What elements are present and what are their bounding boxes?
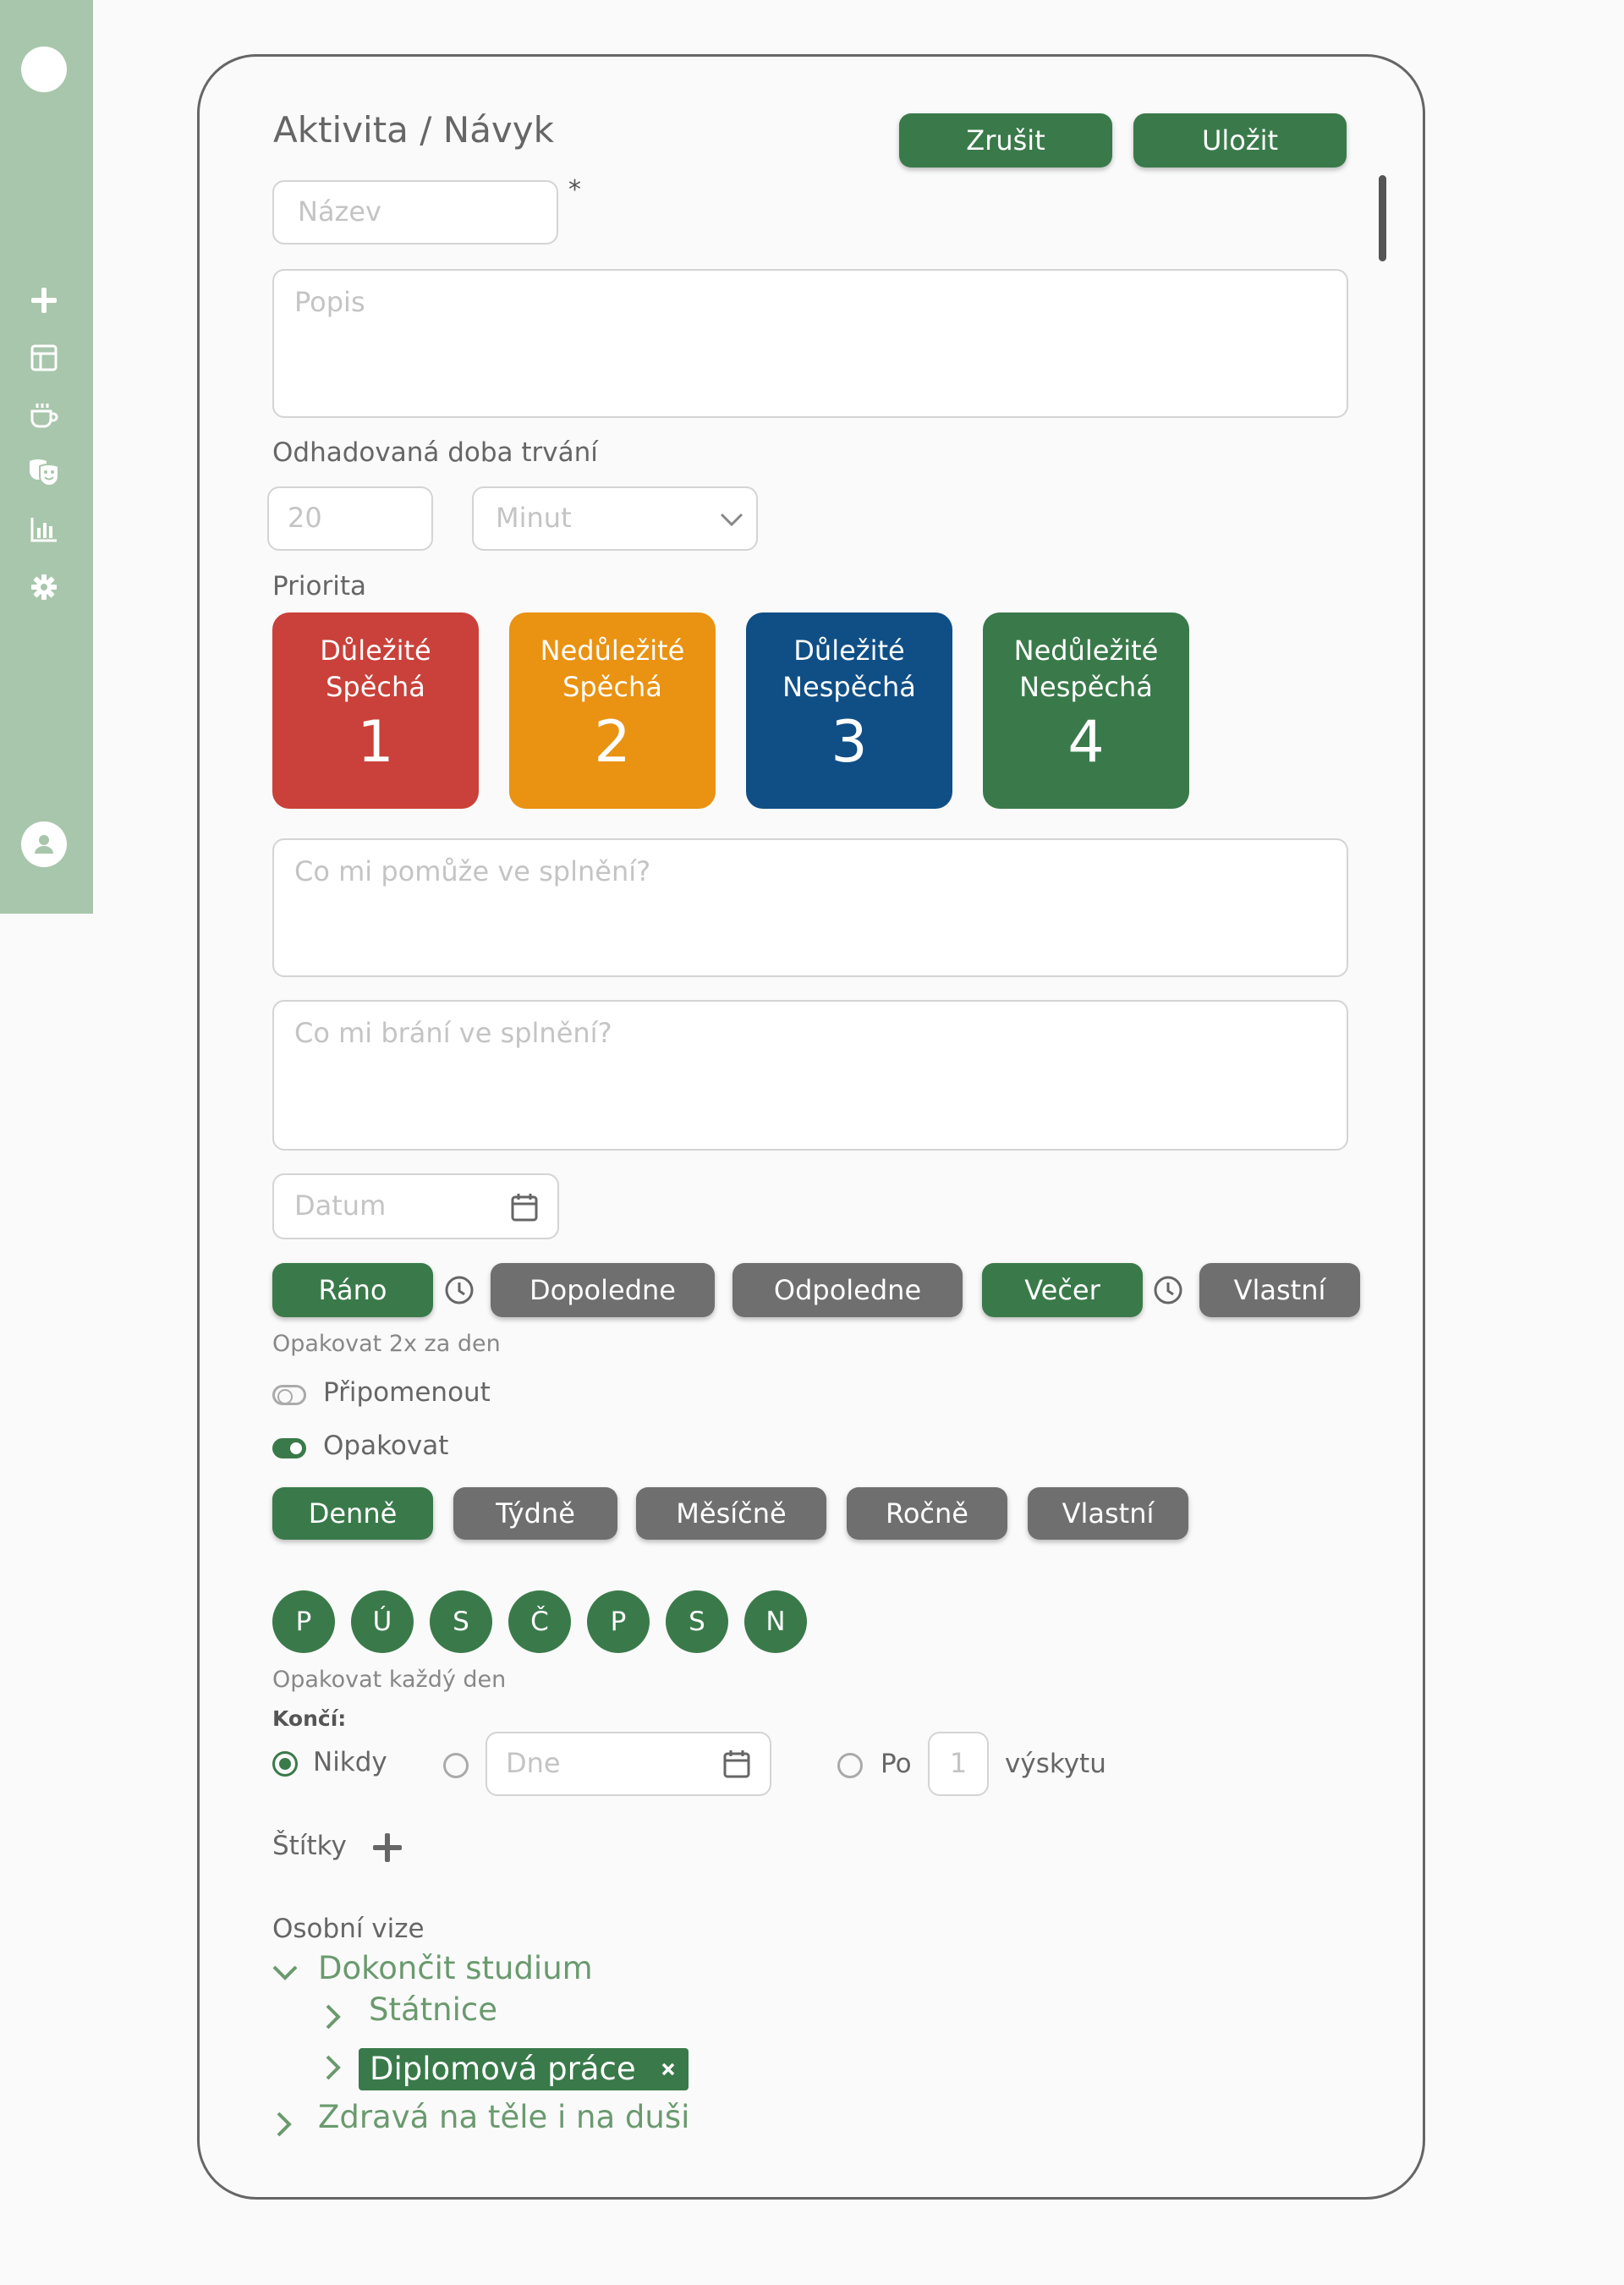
block-field[interactable]: Co mi brání ve splnění? (272, 1000, 1348, 1151)
chevron-right-icon[interactable] (323, 2053, 343, 2082)
ends-on-date-radio[interactable] (443, 1753, 469, 1778)
ends-label: Končí: (272, 1706, 347, 1731)
priority-2-button[interactable]: Nedůležité Spěchá 2 (509, 612, 716, 809)
freq-monthly-button[interactable]: Měsíčně (636, 1487, 826, 1540)
chevron-right-icon[interactable] (323, 2002, 343, 2031)
chevron-down-icon[interactable] (271, 1963, 299, 1983)
activity-form-card: Aktivita / Návyk Zrušit Uložit Název * P… (197, 54, 1425, 2200)
time-evening-button[interactable]: Večer (982, 1263, 1143, 1317)
bar-chart-icon[interactable] (27, 513, 61, 547)
duration-label: Odhadovaná doba trvání (272, 437, 598, 468)
vision-label: Osobní vize (272, 1914, 425, 1944)
required-mark: * (568, 175, 581, 205)
repeat-label: Opakovat (323, 1431, 449, 1461)
time-afternoon-button[interactable]: Odpoledne (732, 1263, 963, 1317)
priority-4-line1: Nedůležité (1013, 634, 1159, 667)
user-avatar[interactable] (21, 821, 67, 867)
gear-icon[interactable] (27, 570, 61, 604)
sidebar (0, 0, 93, 914)
layout-icon[interactable] (27, 341, 61, 375)
remind-label: Připomenout (323, 1377, 491, 1408)
ends-after-radio[interactable] (837, 1753, 863, 1778)
priority-2-line2: Spěchá (562, 671, 662, 703)
weekday-wednesday[interactable]: S (430, 1590, 492, 1653)
date-field[interactable]: Datum (272, 1173, 559, 1239)
close-icon[interactable] (661, 2062, 676, 2077)
weekday-monday[interactable]: P (272, 1590, 335, 1653)
ends-after-label: Po (881, 1749, 912, 1779)
theater-masks-icon[interactable] (27, 455, 61, 489)
vision-selected-tag[interactable]: Diplomová práce (359, 2048, 689, 2090)
priority-1-line1: Důležité (320, 634, 431, 667)
priority-2-line1: Nedůležité (540, 634, 685, 667)
freq-yearly-button[interactable]: Ročně (847, 1487, 1007, 1540)
weekday-saturday[interactable]: S (666, 1590, 728, 1653)
freq-weekly-button[interactable]: Týdně (453, 1487, 617, 1540)
priority-3-line1: Důležité (793, 634, 905, 667)
priority-4-line2: Nespěchá (1019, 671, 1153, 703)
ends-date-field[interactable]: Dne (486, 1732, 771, 1796)
calendar-icon (511, 1194, 538, 1222)
clock-icon[interactable] (444, 1275, 475, 1305)
remind-toggle[interactable] (272, 1385, 306, 1405)
vision-child-thesis: Diplomová práce (370, 2051, 636, 2087)
scrollbar[interactable] (1379, 175, 1386, 261)
ends-date-placeholder: Dne (506, 1747, 561, 1779)
page-title: Aktivita / Návyk (273, 109, 554, 151)
clock-icon[interactable] (1153, 1275, 1183, 1305)
vision-root-health[interactable]: Zdravá na těle i na duši (318, 2099, 689, 2135)
time-late-morning-button[interactable]: Dopoledne (491, 1263, 715, 1317)
weekday-sunday[interactable]: N (744, 1590, 807, 1653)
weekday-friday[interactable]: P (587, 1590, 650, 1653)
repeat-note: Opakovat každý den (272, 1667, 507, 1693)
time-morning-button[interactable]: Ráno (272, 1263, 433, 1317)
priority-1-line2: Spěchá (326, 671, 425, 703)
date-placeholder: Datum (294, 1189, 387, 1222)
priority-1-number: 1 (357, 709, 394, 776)
ends-count-field[interactable]: 1 (928, 1732, 989, 1796)
duration-value-field[interactable]: 20 (267, 486, 433, 551)
repeat-toggle[interactable] (272, 1438, 306, 1458)
priority-label: Priorita (272, 571, 366, 601)
weekday-tuesday[interactable]: Ú (351, 1590, 414, 1653)
priority-2-number: 2 (594, 709, 631, 776)
time-custom-button[interactable]: Vlastní (1199, 1263, 1360, 1317)
freq-daily-button[interactable]: Denně (272, 1487, 433, 1540)
priority-3-button[interactable]: Důležité Nespěchá 3 (746, 612, 952, 809)
vision-root-study[interactable]: Dokončit studium (318, 1950, 593, 1986)
ends-never-radio[interactable] (272, 1751, 298, 1777)
plus-icon[interactable] (27, 283, 61, 317)
name-field[interactable]: Název (272, 180, 558, 244)
chevron-right-icon[interactable] (274, 2110, 294, 2139)
priority-4-number: 4 (1067, 709, 1105, 776)
calendar-icon (723, 1750, 750, 1778)
priority-4-button[interactable]: Nedůležité Nespěchá 4 (983, 612, 1189, 809)
description-field[interactable]: Popis (272, 269, 1348, 418)
priority-3-number: 3 (831, 709, 868, 776)
ends-never-label: Nikdy (313, 1747, 387, 1777)
times-note: Opakovat 2x za den (272, 1331, 501, 1357)
help-field[interactable]: Co mi pomůže ve splnění? (272, 838, 1348, 977)
duration-unit-select[interactable]: Minut (472, 486, 758, 551)
weekday-thursday[interactable]: Č (508, 1590, 571, 1653)
chevron-down-icon (720, 513, 743, 527)
priority-3-line2: Nespěchá (782, 671, 916, 703)
app-logo[interactable] (21, 47, 67, 92)
tags-label: Štítky (272, 1831, 347, 1861)
priority-1-button[interactable]: Důležité Spěchá 1 (272, 612, 479, 809)
add-tag-icon[interactable] (371, 1832, 403, 1864)
save-button[interactable]: Uložit (1133, 113, 1347, 168)
coffee-icon[interactable] (27, 398, 61, 431)
cancel-button[interactable]: Zrušit (899, 113, 1112, 168)
ends-occurrences-label: výskytu (1005, 1749, 1106, 1779)
freq-custom-button[interactable]: Vlastní (1028, 1487, 1188, 1540)
vision-child-exams[interactable]: Státnice (369, 1991, 497, 2028)
duration-unit-value: Minut (496, 502, 572, 534)
